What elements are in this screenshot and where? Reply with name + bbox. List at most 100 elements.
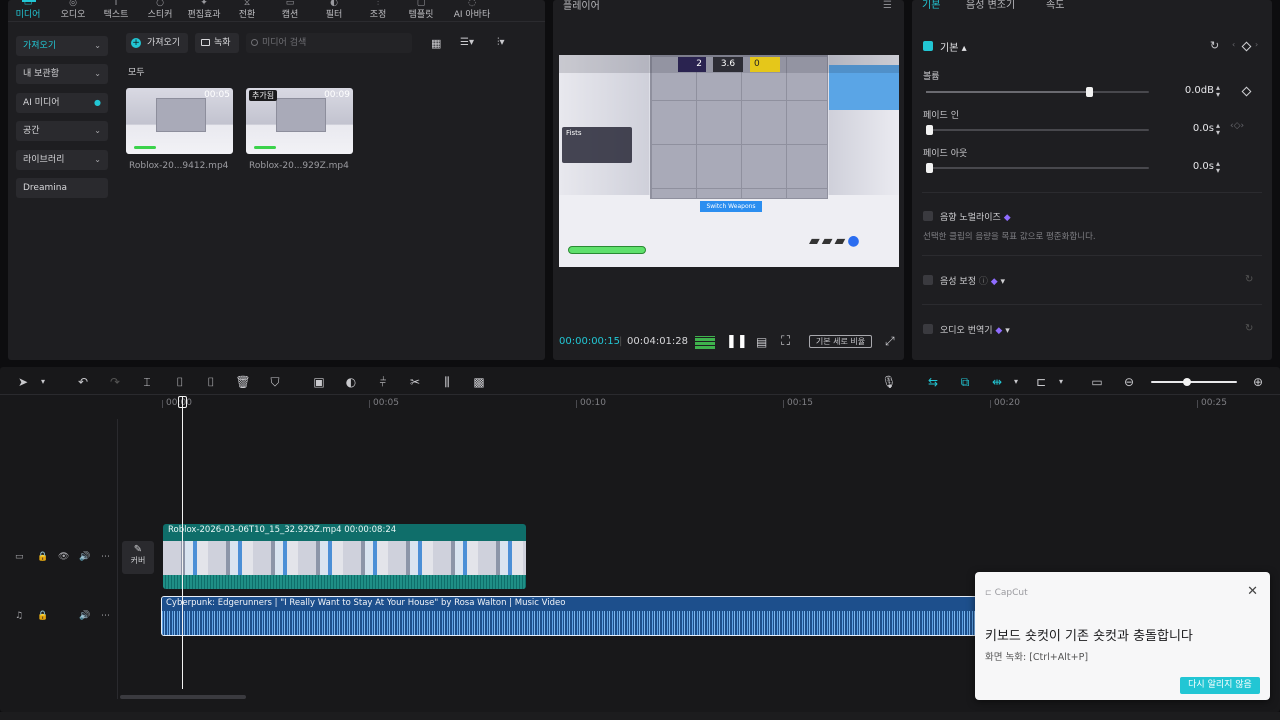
link-icon[interactable]: ⧉ xyxy=(957,374,973,390)
more-icon[interactable]: ⋯ xyxy=(101,552,110,562)
tab-media[interactable]: ▭ 미디어 xyxy=(8,0,48,21)
filter-icon[interactable]: ⫶▾ xyxy=(497,37,505,48)
media-search-input[interactable]: 미디어 검색 xyxy=(246,33,412,53)
subtitles-icon[interactable]: ▤ xyxy=(756,335,767,349)
fade-out-value[interactable]: 0.0s xyxy=(1166,158,1221,176)
fit-icon[interactable]: ⛶ xyxy=(781,334,790,349)
freeze-icon[interactable]: ▣ xyxy=(311,374,327,390)
tab-filter[interactable]: ◐ 필터 xyxy=(314,0,354,21)
speaker-icon[interactable]: 🔊 xyxy=(79,611,90,621)
undo-icon[interactable]: ↶ xyxy=(75,374,91,390)
tab-audio[interactable]: ◎ 오디오 xyxy=(53,0,93,21)
tab-text[interactable]: T 텍스트 xyxy=(96,0,136,21)
audio-split-icon[interactable]: ⫼ xyxy=(439,374,455,390)
chevron-down-icon[interactable]: ▾ xyxy=(35,374,51,390)
media-item[interactable]: 00:05 xyxy=(126,88,233,154)
grid-view-icon[interactable]: ▦ xyxy=(431,37,441,50)
tab-voice-changer[interactable]: 음성 변조기 xyxy=(966,0,1015,11)
prev-keyframe-icon[interactable]: ‹ xyxy=(1232,40,1235,49)
adjust-icon[interactable]: ⫩ xyxy=(375,374,391,390)
lock-icon[interactable]: 🔒 xyxy=(37,611,48,621)
sidebar-item[interactable]: 공간 ⌄ xyxy=(16,121,108,141)
volume-stepper[interactable]: ▴ ▾ xyxy=(1216,84,1220,99)
sort-icon[interactable]: ☰▾ xyxy=(460,37,474,48)
cover-button[interactable]: ✎ 커버 xyxy=(122,541,154,574)
menu-icon[interactable]: ☰ xyxy=(883,0,892,11)
split-icon[interactable]: ⌶ xyxy=(139,374,155,390)
video-preview[interactable]: 2 3.6 0 Fists Switch Weapons ▰▰▰● xyxy=(559,55,899,267)
fade-in-knob[interactable] xyxy=(926,125,933,135)
next-keyframe-icon[interactable]: › xyxy=(1255,40,1258,49)
tab-sticker[interactable]: ○ 스티커 xyxy=(140,0,180,21)
split-left-icon[interactable]: ⌷ xyxy=(172,374,188,390)
zoom-in-icon[interactable]: ⊕ xyxy=(1250,374,1266,390)
zoom-out-icon[interactable]: ⊖ xyxy=(1121,374,1137,390)
volume-knob[interactable] xyxy=(1085,87,1093,97)
preview-axis-icon[interactable]: ⇹ xyxy=(989,374,1005,390)
chevron-down-icon[interactable]: ▾ xyxy=(1053,374,1069,390)
sidebar-item[interactable]: 가져오기 ⌄ xyxy=(16,36,108,56)
playhead-handle[interactable] xyxy=(178,396,187,408)
volume-value[interactable]: 0.0dB xyxy=(1166,82,1221,100)
mask-icon[interactable]: ◐ xyxy=(343,374,359,390)
tab-speed[interactable]: 속도 xyxy=(1046,0,1064,11)
enhance-checkbox[interactable] xyxy=(923,275,933,285)
fade-in-value[interactable]: 0.0s xyxy=(1166,120,1221,138)
tab-basic[interactable]: 기본 xyxy=(922,0,940,11)
fade-in-slider[interactable] xyxy=(926,125,1149,135)
chevron-down-icon[interactable]: ▾ xyxy=(1008,374,1024,390)
tab-transition[interactable]: ⧖ 전환 xyxy=(227,0,267,21)
horizontal-scrollbar[interactable] xyxy=(120,695,246,699)
eye-icon[interactable]: 👁 xyxy=(58,552,69,562)
more-icon[interactable]: ⋯ xyxy=(101,611,110,621)
delete-icon[interactable]: 🗑 xyxy=(235,374,251,390)
keyframe-icon[interactable] xyxy=(1241,41,1252,52)
zoom-knob[interactable] xyxy=(1183,378,1192,386)
fade-out-slider[interactable] xyxy=(926,163,1149,173)
tab-ai-avatar[interactable]: ◌ AI 아바타 xyxy=(446,0,498,21)
lock-icon[interactable]: 🔒 xyxy=(37,552,48,562)
ai-tool-icon[interactable]: ▩ xyxy=(471,374,487,390)
reset-icon[interactable]: ↻ xyxy=(1245,323,1253,334)
auto-cut-icon[interactable]: ✂ xyxy=(407,374,423,390)
replace-icon[interactable]: ⊏ xyxy=(1033,374,1049,390)
video-clip[interactable]: Roblox-2026-03-06T10_15_32.929Z.mp4 00:0… xyxy=(163,524,526,589)
close-icon[interactable]: ✕ xyxy=(1247,584,1258,599)
translate-checkbox[interactable] xyxy=(923,324,933,334)
volume-keyframe-icon[interactable] xyxy=(1241,86,1252,97)
fullscreen-icon[interactable]: ⤢ xyxy=(885,334,895,349)
split-right-icon[interactable]: ⌷ xyxy=(203,374,219,390)
fade-out-stepper[interactable]: ▴ ▾ xyxy=(1216,160,1220,175)
select-tool-icon[interactable]: ➤ xyxy=(15,374,31,390)
pause-button[interactable]: ❚❚ xyxy=(726,334,748,349)
import-button[interactable]: + 가져오기 xyxy=(126,33,188,53)
volume-slider[interactable] xyxy=(926,87,1149,97)
sidebar-item[interactable]: Dreamina xyxy=(16,178,108,198)
speaker-icon[interactable]: 🔊 xyxy=(79,552,90,562)
microphone-icon[interactable]: 🎙 xyxy=(881,374,897,390)
reset-icon[interactable]: ↻ xyxy=(1210,39,1219,52)
thumbnail-icon[interactable]: ▭ xyxy=(1089,374,1105,390)
audio-clip[interactable]: Cyberpunk: Edgerunners | "I Really Want … xyxy=(161,596,981,636)
tab-adjust[interactable]: ⫶ 조정 xyxy=(358,0,398,21)
basic-checkbox[interactable] xyxy=(923,41,933,51)
tab-template[interactable]: ▢ 템플릿 xyxy=(401,0,441,21)
tab-caption[interactable]: ▭ 캡션 xyxy=(270,0,310,21)
fade-in-keyframes[interactable]: ‹◇› xyxy=(1230,121,1244,131)
reset-icon[interactable]: ↻ xyxy=(1245,274,1253,285)
record-button[interactable]: 녹화 xyxy=(195,33,239,53)
fade-in-stepper[interactable]: ▴ ▾ xyxy=(1216,122,1220,137)
fade-out-knob[interactable] xyxy=(926,163,933,173)
playhead[interactable] xyxy=(182,397,183,689)
zoom-slider[interactable] xyxy=(1151,378,1237,386)
tab-effects[interactable]: ✦ 편집효과 xyxy=(184,0,224,21)
dont-show-again-button[interactable]: 다시 알리지 않음 xyxy=(1180,677,1260,694)
redo-icon[interactable]: ↷ xyxy=(107,374,123,390)
marker-icon[interactable]: ⛉ xyxy=(267,374,283,390)
sidebar-item[interactable]: 내 보관함 ⌄ xyxy=(16,64,108,84)
aspect-ratio-button[interactable]: 기본 세로 비율 xyxy=(809,335,872,348)
sidebar-item[interactable]: AI 미디어 ● xyxy=(16,93,108,113)
sidebar-item[interactable]: 라이브러리 ⌄ xyxy=(16,150,108,170)
normalize-checkbox[interactable] xyxy=(923,211,933,221)
media-item[interactable]: 추가됨 00:09 xyxy=(246,88,353,154)
